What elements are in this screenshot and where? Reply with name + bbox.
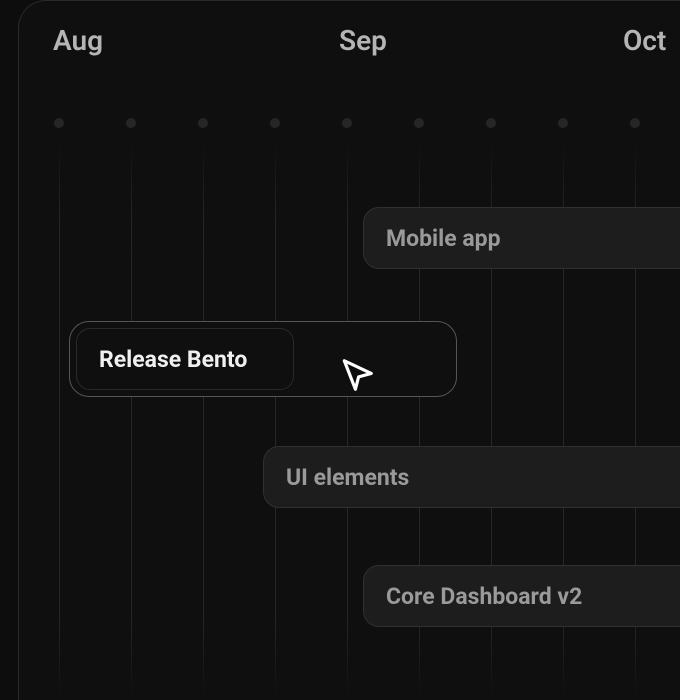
tick-dot [630, 118, 640, 128]
tick-dot [54, 118, 64, 128]
tick-dot [126, 118, 136, 128]
task-label: Release Bento [99, 346, 247, 373]
tick-dot [414, 118, 424, 128]
tick-dot [558, 118, 568, 128]
task-label: UI elements [286, 464, 409, 491]
tick-row [19, 115, 680, 131]
month-label: Sep [339, 24, 387, 57]
tick-dot [198, 118, 208, 128]
tick-dot [486, 118, 496, 128]
tick-dot [270, 118, 280, 128]
task-bar-mobile-app[interactable]: Mobile app [363, 207, 680, 269]
task-bar-release-bento-selected[interactable]: Release Bento [69, 321, 457, 397]
tasks-area: Mobile app Release Bento UI elements Cor… [19, 141, 680, 700]
task-bar-core-dashboard[interactable]: Core Dashboard v2 [363, 565, 680, 627]
task-bar-ui-elements[interactable]: UI elements [263, 446, 680, 508]
tick-dot [342, 118, 352, 128]
month-header: Aug Sep Oct [19, 1, 680, 79]
month-label: Aug [53, 24, 103, 57]
timeline-panel: Aug Sep Oct Mobile app Release Bento UI … [18, 0, 680, 700]
task-label: Mobile app [386, 225, 501, 252]
task-bar-release-bento-handle[interactable]: Release Bento [76, 328, 294, 390]
month-label: Oct [623, 24, 666, 57]
cursor-icon [338, 356, 376, 394]
task-label: Core Dashboard v2 [386, 583, 582, 610]
